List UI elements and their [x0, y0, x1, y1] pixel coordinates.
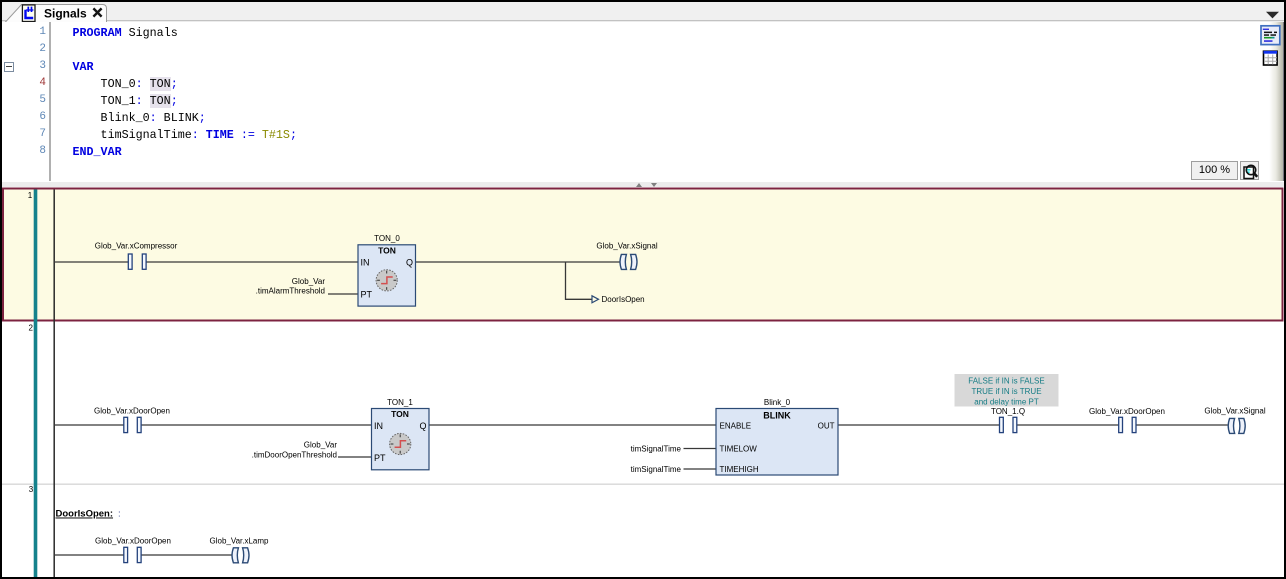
- svg-text:3: 3: [29, 485, 34, 494]
- svg-text:Glob_Var: Glob_Var: [304, 441, 338, 450]
- svg-text:ENABLE: ENABLE: [720, 422, 752, 431]
- svg-text:.timAlarmThreshold: .timAlarmThreshold: [256, 287, 325, 296]
- svg-text:2: 2: [29, 323, 34, 332]
- svg-text:Blink_0: Blink_0: [764, 398, 791, 407]
- svg-text:Q: Q: [419, 421, 426, 431]
- svg-text:TON: TON: [391, 409, 409, 419]
- svg-text:Glob_Var.xCompressor: Glob_Var.xCompressor: [95, 242, 178, 251]
- svg-text:1: 1: [28, 191, 33, 200]
- svg-text:.timDoorOpenThreshold: .timDoorOpenThreshold: [252, 451, 337, 460]
- svg-text:and delay time PT: and delay time PT: [974, 398, 1039, 407]
- svg-text:PT: PT: [374, 453, 386, 463]
- svg-text:Glob_Var.xSignal: Glob_Var.xSignal: [596, 242, 657, 251]
- svg-text:TIMEHIGH: TIMEHIGH: [720, 465, 759, 474]
- svg-text:FALSE if IN is FALSE: FALSE if IN is FALSE: [968, 377, 1044, 386]
- svg-text:TON_1.Q: TON_1.Q: [991, 407, 1025, 416]
- svg-text:BLINK: BLINK: [763, 411, 791, 421]
- svg-text:Q: Q: [406, 257, 413, 267]
- svg-text:PT: PT: [361, 290, 373, 300]
- svg-text:TON_1: TON_1: [387, 398, 413, 407]
- svg-text:OUT: OUT: [818, 422, 835, 431]
- svg-text:Glob_Var.xDoorOpen: Glob_Var.xDoorOpen: [94, 407, 170, 416]
- svg-text:TON_0: TON_0: [374, 234, 400, 243]
- svg-text:Glob_Var.xDoorOpen: Glob_Var.xDoorOpen: [95, 536, 171, 545]
- svg-text:timSignalTime: timSignalTime: [631, 465, 682, 474]
- svg-text:TIMELOW: TIMELOW: [720, 445, 758, 454]
- svg-text:DoorIsOpen:: DoorIsOpen:: [56, 509, 114, 520]
- svg-text:Glob_Var.xLamp: Glob_Var.xLamp: [210, 536, 270, 545]
- svg-text:Glob_Var.xSignal: Glob_Var.xSignal: [1204, 406, 1265, 415]
- svg-text:Glob_Var: Glob_Var: [292, 277, 326, 286]
- svg-text:TRUE if IN is TRUE: TRUE if IN is TRUE: [971, 387, 1041, 396]
- svg-text:Glob_Var.xDoorOpen: Glob_Var.xDoorOpen: [1089, 407, 1165, 416]
- svg-text:timSignalTime: timSignalTime: [631, 445, 682, 454]
- svg-text:IN: IN: [361, 257, 370, 267]
- svg-text:TON: TON: [378, 245, 396, 255]
- svg-text:IN: IN: [374, 421, 383, 431]
- svg-text:DoorIsOpen: DoorIsOpen: [602, 295, 645, 304]
- svg-text::: :: [118, 509, 121, 520]
